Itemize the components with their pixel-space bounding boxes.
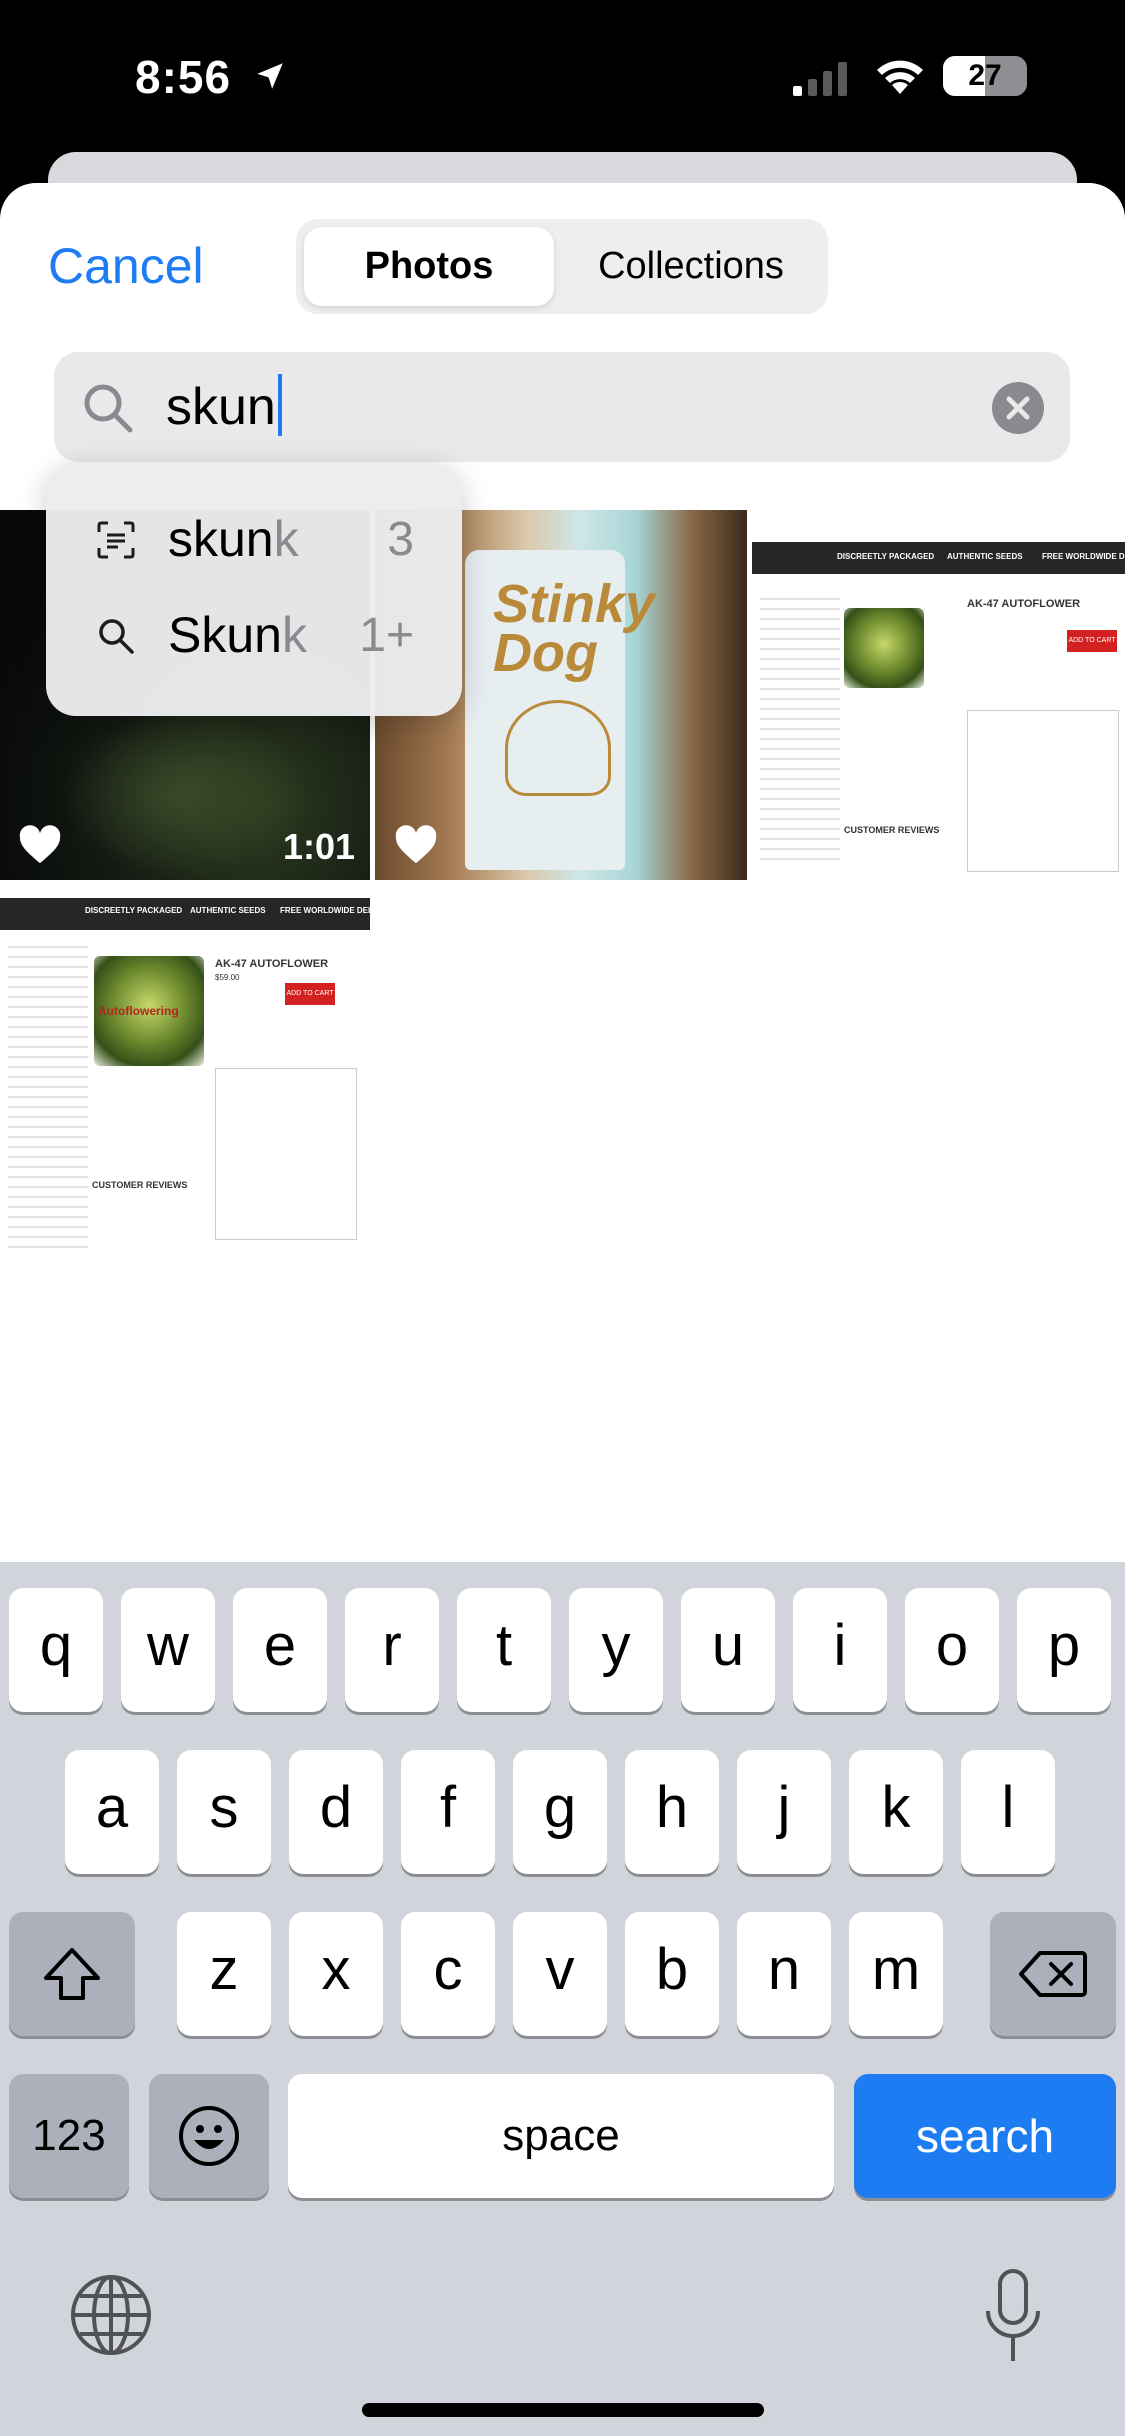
key-f[interactable]: f <box>401 1750 495 1874</box>
bottle-brand-text: Stinky Dog <box>493 574 656 683</box>
key-i[interactable]: i <box>793 1588 887 1712</box>
screenshot-thumbnail[interactable]: DISCREETLY PACKAGED AUTHENTIC SEEDS FREE… <box>752 510 1125 880</box>
favorite-heart-icon <box>19 825 61 864</box>
space-key[interactable]: space <box>288 2074 834 2198</box>
key-o[interactable]: o <box>905 1588 999 1712</box>
suggestion-label: Skunk <box>168 607 307 663</box>
battery-tip <box>1021 67 1027 85</box>
product-info-box <box>967 710 1119 872</box>
site-sidebar <box>8 938 88 1248</box>
plant-image <box>844 608 924 688</box>
key-c[interactable]: c <box>401 1912 495 2036</box>
clear-search-button[interactable] <box>992 382 1044 434</box>
search-suggestions-popover: skunk 3 Skunk 1+ <box>46 462 462 716</box>
key-t[interactable]: t <box>457 1588 551 1712</box>
key-d[interactable]: d <box>289 1750 383 1874</box>
key-a[interactable]: a <box>65 1750 159 1874</box>
favorite-heart-icon <box>395 825 437 864</box>
plant-brand-text: Autoflowering <box>98 1004 179 1018</box>
key-y[interactable]: y <box>569 1588 663 1712</box>
search-icon <box>99 619 134 654</box>
key-g[interactable]: g <box>513 1750 607 1874</box>
key-m[interactable]: m <box>849 1912 943 2036</box>
text-caret <box>277 374 282 436</box>
search-return-key[interactable]: search <box>854 2074 1116 2198</box>
shift-icon <box>44 1948 100 2000</box>
key-n[interactable]: n <box>737 1912 831 2036</box>
suggestion-count: 1+ <box>359 609 414 662</box>
video-duration: 1:01 <box>283 826 356 867</box>
microphone-icon[interactable] <box>980 2267 1046 2367</box>
search-field[interactable]: skun <box>54 352 1070 462</box>
reviews-heading: CUSTOMER REVIEWS <box>92 1180 188 1190</box>
key-q[interactable]: q <box>9 1588 103 1712</box>
product-price: $59.00 <box>215 973 240 982</box>
cellular-signal-icon <box>793 62 847 96</box>
product-title: AK-47 AUTOFLOWER <box>215 958 329 970</box>
site-tab: DISCREETLY PACKAGED <box>85 906 183 915</box>
suggestion-count: 3 <box>387 513 414 566</box>
suggestion-label: skunk <box>168 511 299 567</box>
key-l[interactable]: l <box>961 1750 1055 1874</box>
product-info-box <box>215 1068 357 1240</box>
site-sidebar <box>760 590 840 860</box>
globe-icon[interactable] <box>68 2272 154 2358</box>
product-title: AK-47 AUTOFLOWER <box>967 598 1081 610</box>
site-tab: FREE WORLDWIDE DELIVERY <box>1042 552 1125 561</box>
key-z[interactable]: z <box>177 1912 271 2036</box>
key-r[interactable]: r <box>345 1588 439 1712</box>
reviews-heading: CUSTOMER REVIEWS <box>844 825 940 835</box>
home-indicator <box>362 2403 764 2417</box>
add-to-cart-label: ADD TO CART <box>1067 630 1117 652</box>
site-tab: AUTHENTIC SEEDS <box>190 906 266 915</box>
search-input[interactable]: skun <box>166 374 282 437</box>
tab-collections[interactable]: Collections <box>554 227 828 306</box>
tab-photos[interactable]: Photos <box>304 227 554 306</box>
emoji-icon <box>179 2106 239 2166</box>
site-tab: FREE WORLDWIDE DELIVERY <box>280 906 370 915</box>
battery-level: 27 <box>968 59 1002 92</box>
search-input-value: skun <box>166 378 276 436</box>
delete-backward-icon <box>1019 1951 1087 1997</box>
numbers-key[interactable]: 123 <box>9 2074 129 2198</box>
suggestion-text-in-photos[interactable]: skunk 3 <box>46 492 462 588</box>
key-x[interactable]: x <box>289 1912 383 2036</box>
suggestion-search[interactable]: Skunk 1+ <box>46 588 462 684</box>
key-s[interactable]: s <box>177 1750 271 1874</box>
keyboard: q w e r t y u i o p a s d f g h j k l z … <box>0 1562 1125 2436</box>
emoji-key[interactable] <box>149 2074 269 2198</box>
shift-key[interactable] <box>9 1912 135 2036</box>
key-j[interactable]: j <box>737 1750 831 1874</box>
key-w[interactable]: w <box>121 1588 215 1712</box>
add-to-cart-label: ADD TO CART <box>285 983 335 1005</box>
key-v[interactable]: v <box>513 1912 607 2036</box>
close-icon <box>1006 396 1030 420</box>
key-b[interactable]: b <box>625 1912 719 2036</box>
key-u[interactable]: u <box>681 1588 775 1712</box>
segmented-control: Photos Collections <box>296 219 828 314</box>
key-e[interactable]: e <box>233 1588 327 1712</box>
search-icon <box>84 384 133 433</box>
site-tab: DISCREETLY PACKAGED <box>837 552 935 561</box>
battery-icon: 27 <box>943 56 1027 96</box>
site-tab: AUTHENTIC SEEDS <box>947 552 1023 561</box>
cancel-button[interactable]: Cancel <box>48 237 204 295</box>
wifi-icon <box>877 60 923 94</box>
text-scan-icon <box>97 521 135 559</box>
location-arrow-icon <box>253 50 287 104</box>
key-h[interactable]: h <box>625 1750 719 1874</box>
status-time: 8:56 <box>135 50 287 104</box>
screenshot-thumbnail[interactable]: DISCREETLY PACKAGED AUTHENTIC SEEDS FREE… <box>0 898 370 1253</box>
delete-key[interactable] <box>990 1912 1116 2036</box>
key-p[interactable]: p <box>1017 1588 1111 1712</box>
key-k[interactable]: k <box>849 1750 943 1874</box>
